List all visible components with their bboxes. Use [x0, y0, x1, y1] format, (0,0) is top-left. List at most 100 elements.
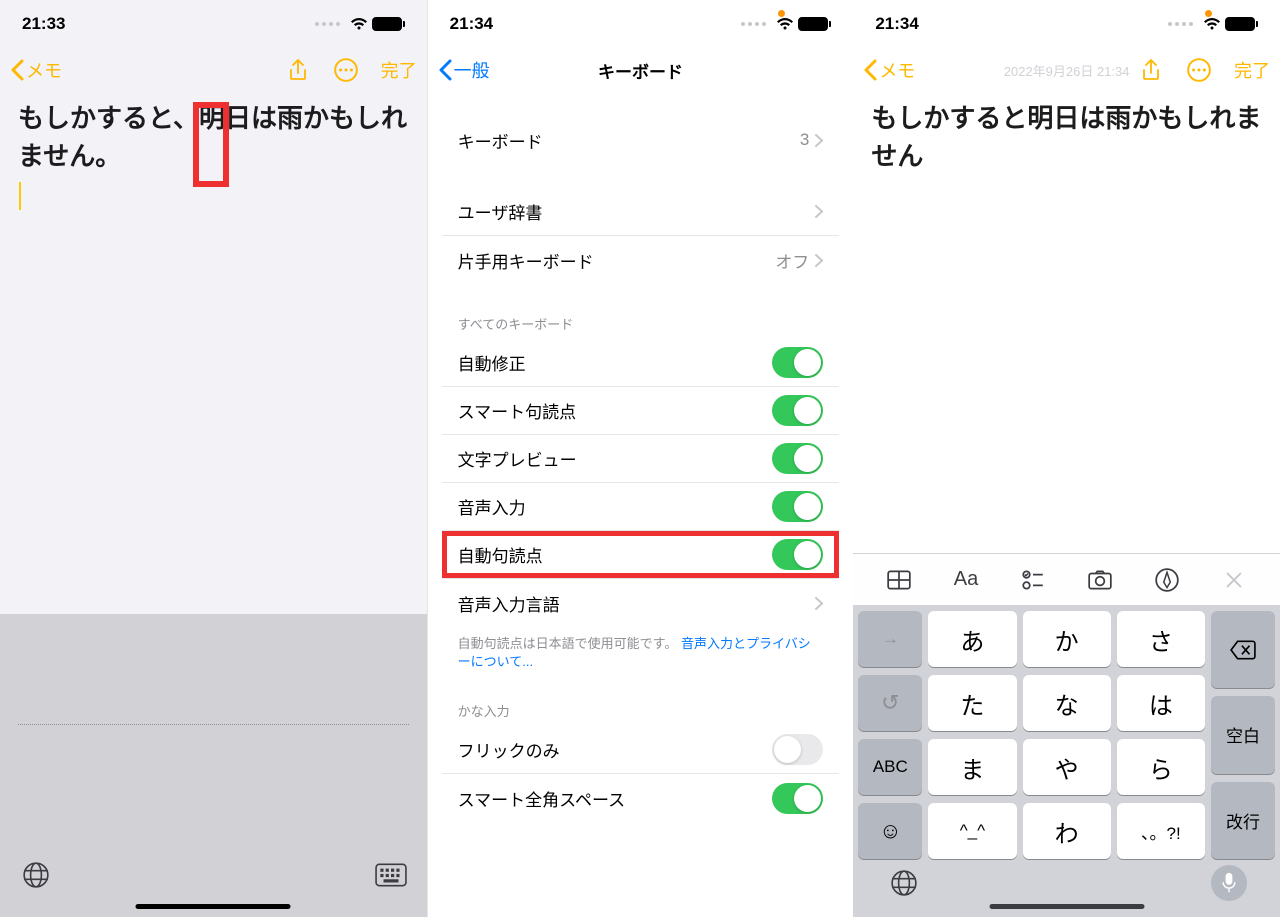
markup-icon [1154, 567, 1180, 593]
waveform-line [18, 724, 409, 725]
row-dictation: 音声入力 [442, 483, 840, 531]
row-keyboards[interactable]: キーボード 3 [442, 116, 840, 164]
key-emoji[interactable]: ☺ [858, 803, 922, 859]
battery-icon [798, 17, 831, 31]
toggle-character-preview[interactable] [772, 443, 823, 474]
status-bar: 21:34 [853, 0, 1280, 48]
screen-settings: 21:34 一般 キーボード キーボード 3 ユーザ辞書 片手用キーボード オフ… [427, 0, 854, 917]
row-flick-only: フリックのみ [442, 726, 840, 774]
key-arrow[interactable]: → [858, 611, 922, 667]
note-body-area[interactable] [853, 175, 1280, 553]
globe-button[interactable] [886, 865, 922, 901]
clock: 21:34 [450, 14, 493, 34]
back-label: メモ [879, 57, 915, 83]
section-header-kana: かな入力 [458, 701, 824, 720]
row-label: キーボード [458, 128, 543, 153]
keyboard-button[interactable] [373, 857, 409, 893]
back-button[interactable]: 一般 [438, 57, 490, 83]
table-icon [886, 567, 912, 593]
key-ma[interactable]: ま [928, 739, 1016, 795]
status-indicators [741, 17, 831, 31]
key-a[interactable]: あ [928, 611, 1016, 667]
key-na[interactable]: な [1023, 675, 1111, 731]
row-label: 文字プレビュー [458, 446, 577, 471]
mic-icon [1220, 872, 1238, 894]
back-button[interactable]: メモ [10, 57, 62, 83]
wifi-icon [776, 17, 794, 31]
settings-navbar: 一般 キーボード [428, 48, 854, 92]
keyboard-icon [375, 863, 407, 887]
nav-actions: 完了 [1138, 57, 1270, 83]
toggle-smart-punctuation[interactable] [772, 395, 823, 426]
format-button[interactable]: Aa [950, 564, 982, 596]
row-auto-punctuation: 自動句読点 [442, 531, 840, 579]
key-ha[interactable]: は [1117, 675, 1205, 731]
key-punct[interactable]: 、。?! [1117, 803, 1205, 859]
row-auto-correct: 自動修正 [442, 339, 840, 387]
checklist-button[interactable] [1017, 564, 1049, 596]
key-ta[interactable]: た [928, 675, 1016, 731]
share-button[interactable] [285, 57, 311, 83]
globe-button[interactable] [18, 857, 54, 893]
more-button[interactable] [1186, 57, 1212, 83]
key-small[interactable]: ^_^ [928, 803, 1016, 859]
status-bar: 21:33 [0, 0, 427, 48]
status-bar: 21:34 [428, 0, 854, 48]
toggle-smart-fullwidth-space[interactable] [772, 783, 823, 814]
key-wa[interactable]: わ [1023, 803, 1111, 859]
row-label: 自動句読点 [458, 542, 543, 567]
home-indicator[interactable] [136, 904, 291, 909]
japanese-keyboard: → ↺ ABC ☺ あ か さ た な は ま や ら [853, 605, 1280, 917]
row-value: 3 [800, 130, 823, 150]
toggle-auto-punctuation[interactable] [772, 539, 823, 570]
title: キーボード [428, 58, 854, 83]
key-return[interactable]: 改行 [1211, 782, 1275, 859]
chevron-right-icon [815, 205, 823, 218]
text-cursor [19, 182, 21, 210]
note-body-area[interactable] [0, 213, 427, 614]
camera-button[interactable] [1084, 564, 1116, 596]
more-button[interactable] [333, 57, 359, 83]
key-abc[interactable]: ABC [858, 739, 922, 795]
row-label: フリックのみ [458, 737, 560, 762]
key-ka[interactable]: か [1023, 611, 1111, 667]
row-dictation-languages[interactable]: 音声入力言語 [442, 579, 840, 627]
battery-icon [372, 17, 405, 31]
keyboard-accessory-bar: Aa [853, 553, 1280, 605]
key-undo[interactable]: ↺ [858, 675, 922, 731]
toggle-auto-correct[interactable] [772, 347, 823, 378]
footer-note: 自動句読点は日本語で使用可能です。 音声入力とプライバシーについて... [458, 635, 824, 671]
key-backspace[interactable] [1211, 611, 1275, 688]
clock: 21:34 [875, 14, 918, 34]
note-content[interactable]: もしかすると明日は雨かもしれません [853, 92, 1280, 175]
chevron-right-icon [815, 597, 823, 610]
row-one-handed-keyboard[interactable]: 片手用キーボード オフ [442, 236, 840, 284]
dictation-button[interactable] [1211, 865, 1247, 901]
key-sa[interactable]: さ [1117, 611, 1205, 667]
keyboard-footer-row [18, 857, 409, 893]
done-button[interactable]: 完了 [381, 57, 417, 83]
done-button[interactable]: 完了 [1234, 57, 1270, 83]
key-ra[interactable]: ら [1117, 739, 1205, 795]
back-label: メモ [26, 57, 62, 83]
close-button[interactable] [1218, 564, 1250, 596]
key-space[interactable]: 空白 [1211, 696, 1275, 773]
row-user-dictionary[interactable]: ユーザ辞書 [442, 188, 840, 236]
note-content[interactable]: もしかすると、明日は雨かもしれません。 [0, 92, 427, 213]
share-button[interactable] [1138, 57, 1164, 83]
home-indicator[interactable] [989, 904, 1144, 909]
cellular-dots-icon [1168, 22, 1193, 26]
more-icon [333, 57, 359, 83]
markup-button[interactable] [1151, 564, 1183, 596]
toggle-dictation[interactable] [772, 491, 823, 522]
table-button[interactable] [883, 564, 915, 596]
notes-navbar: メモ 完了 [0, 48, 427, 92]
screen-notes-before: 21:33 メモ 完了 もしかすると、明日は雨かもしれません。 [0, 0, 427, 917]
group-all-keyboards: 自動修正 スマート句読点 文字プレビュー 音声入力 自動句読点 音声入力言語 [442, 339, 840, 627]
back-button[interactable]: メモ [863, 57, 915, 83]
chevron-back-icon [438, 59, 452, 81]
key-ya[interactable]: や [1023, 739, 1111, 795]
toggle-flick-only[interactable] [772, 734, 823, 765]
chevron-back-icon [863, 59, 877, 81]
row-smart-punctuation: スマート句読点 [442, 387, 840, 435]
